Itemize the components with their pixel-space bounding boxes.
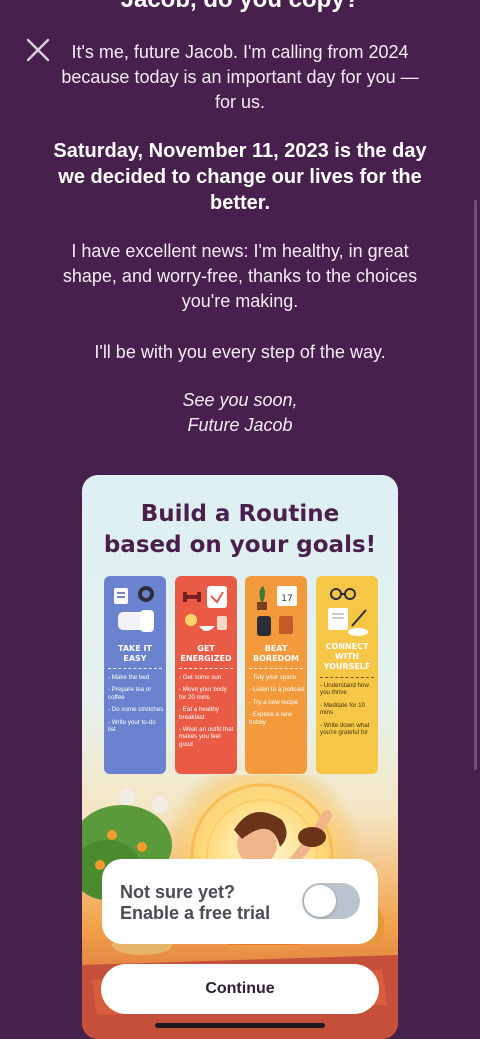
continue-button[interactable]: Continue [101,964,379,1014]
column-heading: BEAT BOREDOM [253,644,299,663]
routine-card: Build a Routine based on your goals! TAK… [82,475,398,1039]
routine-column-beat-boredom: 17 BEAT BOREDOM - Tidy your space - List… [245,576,307,774]
free-trial-toggle-card[interactable]: Not sure yet? Enable a free trial [102,859,378,944]
list-item: - Explore a new hobby [249,711,292,726]
divider [249,668,303,669]
letter-intro: It's me, future Jacob. I'm calling from … [61,42,419,112]
dumbbell-and-sun-icon [183,586,227,631]
letter-signature: See you soon, Future Jacob [50,388,430,438]
column-items: - Make the bed - Prepare tea or coffee -… [108,674,164,738]
switch-knob [304,885,336,917]
signature-line-2: Future Jacob [187,415,293,435]
free-trial-line-1: Not sure yet? [120,882,236,902]
paywall-sheet: Jacob, do you copy? It's me, future Jaco… [0,0,480,1039]
list-item: - Prepare tea or coffee [108,686,152,701]
bed-and-coffee-icon [114,586,154,632]
column-items: - Get some sun - Move your body for 20 m… [179,674,235,753]
free-trial-switch[interactable] [302,883,360,919]
list-item: - Try a new recipe [249,698,299,706]
routine-column-get-energized: GET ENERGIZED - Get some sun - Move your… [175,576,237,774]
page-title: Jacob, do you copy? [0,0,480,14]
column-heading: CONNECT WITH YOURSELF [323,642,371,671]
signature-line-1: See you soon, [182,390,298,410]
free-trial-line-2: Enable a free trial [120,903,271,923]
divider [320,677,374,678]
list-item: - Eat a healthy breakfast [179,706,219,721]
routine-column-connect-with-yourself: CONNECT WITH YOURSELF - Understand how y… [316,576,378,774]
list-item: - Make the bed [108,674,150,681]
glasses-and-journal-icon [328,588,368,636]
plant-and-calendar-icon: 17 [257,586,297,636]
column-items: - Tidy your space - Listen to a podcast … [249,674,305,731]
close-button[interactable] [24,36,52,64]
divider [108,668,162,669]
letter-date-statement: Saturday, November 11, 2023 is the day w… [53,140,427,214]
list-item: - Wear an outfit that makes you feel goo… [179,726,234,748]
list-item: - Write down what you're grateful for [320,721,370,737]
list-item: - Listen to a podcast [249,686,305,694]
routine-column-take-it-easy: TAKE IT EASY - Make the bed - Prepare te… [104,576,166,774]
column-heading: TAKE IT EASY [118,644,152,663]
divider [179,668,233,669]
card-title-line-1: Build a Routine [140,501,340,527]
list-item: - Meditate for 10 mins [320,701,366,717]
list-item: - Write your to-do list [108,718,156,734]
close-icon [26,38,50,62]
letter-good-news: I have excellent news: I'm healthy, in g… [62,241,418,311]
card-title: Build a Routine based on your goals! [82,499,398,561]
column-items: - Understand how you thrive - Meditate f… [320,682,376,741]
free-trial-label: Not sure yet? Enable a free trial [120,882,300,924]
scrollbar[interactable] [474,200,477,770]
list-item: - Get some sun [179,674,222,681]
list-item: - Understand how you thrive [320,682,369,697]
list-item: - Tidy your space [249,674,297,681]
column-heading: GET ENERGIZED [180,644,232,663]
svg-text:17: 17 [281,594,292,604]
card-title-line-2: based on your goals! [103,532,377,558]
letter-support: I'll be with you every step of the way. [94,342,386,362]
home-indicator[interactable] [155,1023,325,1028]
list-item: - Do some stretches [108,706,164,714]
list-item: - Move your body for 20 mins [179,686,227,701]
